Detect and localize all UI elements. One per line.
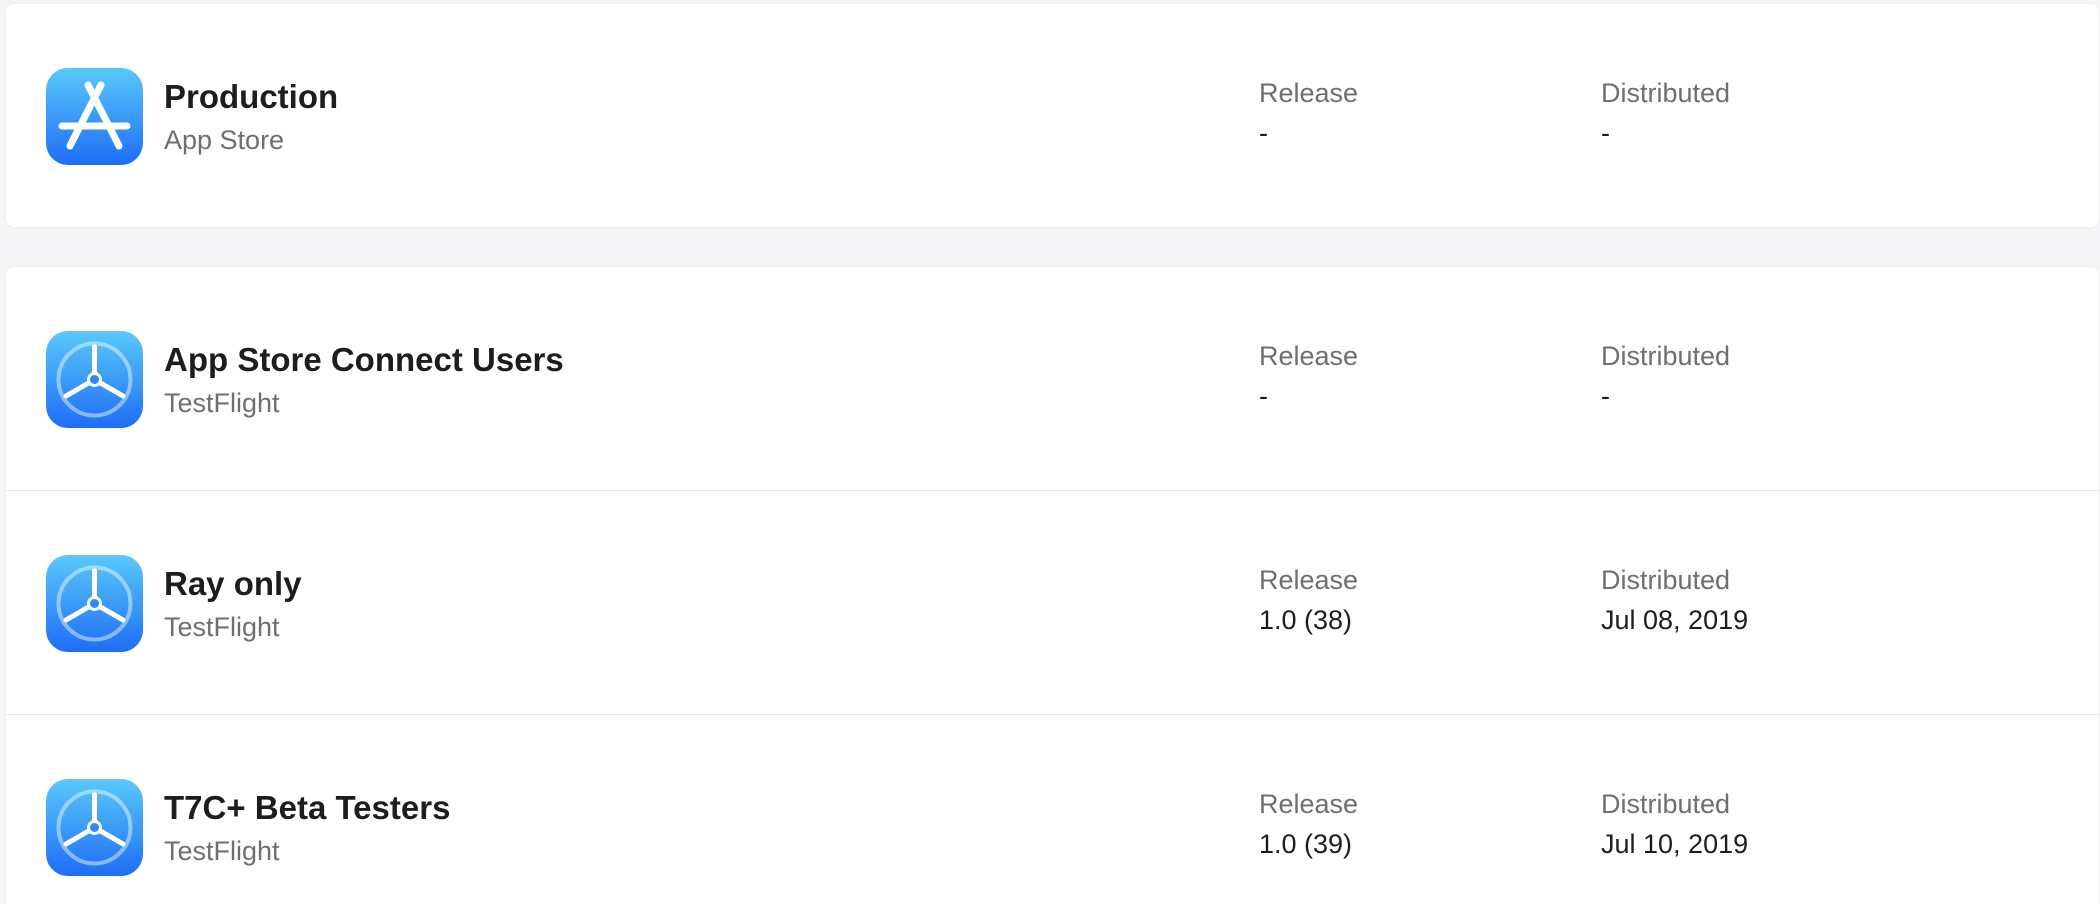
release-label: Release (1259, 78, 1359, 108)
group-name: Ray only (164, 565, 302, 602)
distributed-label: Distributed (1601, 78, 1731, 108)
group-subtitle: TestFlight (164, 836, 280, 866)
group-subtitle: TestFlight (164, 612, 280, 642)
testflight-group-row[interactable]: Ray only TestFlight Release 1.0 (38) Dis… (6, 491, 2099, 715)
testflight-group-row[interactable]: T7C+ Beta Testers TestFlight Release 1.0… (6, 715, 2099, 904)
group-name: T7C+ Beta Testers (164, 789, 451, 826)
group-name: App Store Connect Users (164, 341, 564, 378)
release-value: 1.0 (38) (1259, 605, 1353, 635)
release-value: - (1259, 381, 1268, 411)
distributed-value: - (1601, 118, 1610, 148)
production-card: Production App Store Release - Distribut… (6, 4, 2099, 227)
distributed-label: Distributed (1601, 789, 1731, 819)
release-label: Release (1259, 565, 1359, 595)
release-label: Release (1259, 341, 1359, 371)
testflight-icon (46, 331, 143, 428)
distributed-value: - (1601, 381, 1610, 411)
release-value: - (1259, 118, 1268, 148)
distribution-page: Production App Store Release - Distribut… (0, 0, 2100, 904)
testflight-groups-card: App Store Connect Users TestFlight Relea… (6, 267, 2099, 904)
group-subtitle: TestFlight (164, 388, 280, 418)
testflight-icon (46, 779, 143, 876)
testflight-icon (46, 555, 143, 652)
distributed-value: Jul 08, 2019 (1601, 605, 1749, 635)
production-row[interactable]: Production App Store Release - Distribut… (6, 4, 2099, 228)
distributed-label: Distributed (1601, 565, 1731, 595)
testflight-group-row[interactable]: App Store Connect Users TestFlight Relea… (6, 267, 2099, 491)
app-store-icon (46, 68, 143, 165)
distributed-value: Jul 10, 2019 (1601, 829, 1749, 859)
group-name: Production (164, 78, 339, 115)
release-label: Release (1259, 789, 1359, 819)
distributed-label: Distributed (1601, 341, 1731, 371)
release-value: 1.0 (39) (1259, 829, 1353, 859)
group-subtitle: App Store (164, 125, 285, 155)
